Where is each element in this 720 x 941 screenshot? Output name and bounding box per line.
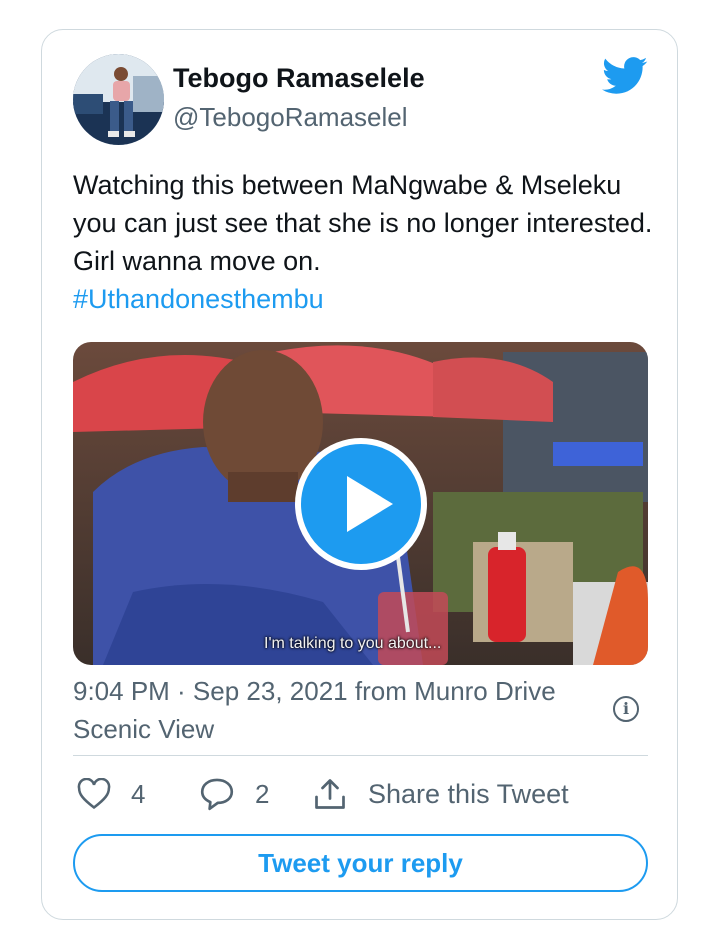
like-count: 4 (131, 778, 146, 809)
play-button[interactable] (295, 438, 427, 570)
like-button[interactable]: 4 (77, 774, 145, 814)
video-subtitle: I'm talking to you about... (264, 635, 442, 652)
share-button[interactable]: Share this Tweet (312, 774, 569, 814)
reply-button[interactable]: 2 (199, 774, 269, 814)
video-media[interactable]: I'm talking to you about... (73, 342, 648, 665)
user-handle[interactable]: @TebogoRamaselel (173, 102, 408, 133)
reply-count: 2 (255, 778, 270, 809)
avatar[interactable] (73, 54, 164, 145)
tweet-body: Watching this between MaNgwabe & Mseleku… (73, 170, 653, 276)
share-label: Share this Tweet (368, 778, 569, 809)
hashtag-link[interactable]: #Uthandonesthembu (73, 280, 653, 318)
heart-icon (77, 778, 111, 810)
tweet-timestamp[interactable]: 9:04 PM · Sep 23, 2021 from Munro Drive … (73, 672, 613, 748)
tweet-text: Watching this between MaNgwabe & Mseleku… (73, 166, 653, 318)
reply-bubble-icon (200, 778, 234, 811)
info-icon[interactable]: i (613, 696, 639, 722)
twitter-bird-icon[interactable] (602, 56, 648, 96)
divider (73, 755, 648, 756)
tweet-card: Tebogo Ramaselele @TebogoRamaselel Watch… (41, 29, 678, 920)
display-name[interactable]: Tebogo Ramaselele (173, 63, 425, 94)
tweet-your-reply-button[interactable]: Tweet your reply (73, 834, 648, 892)
share-icon (315, 779, 345, 809)
play-icon (347, 476, 393, 532)
avatar-photo (73, 54, 164, 145)
